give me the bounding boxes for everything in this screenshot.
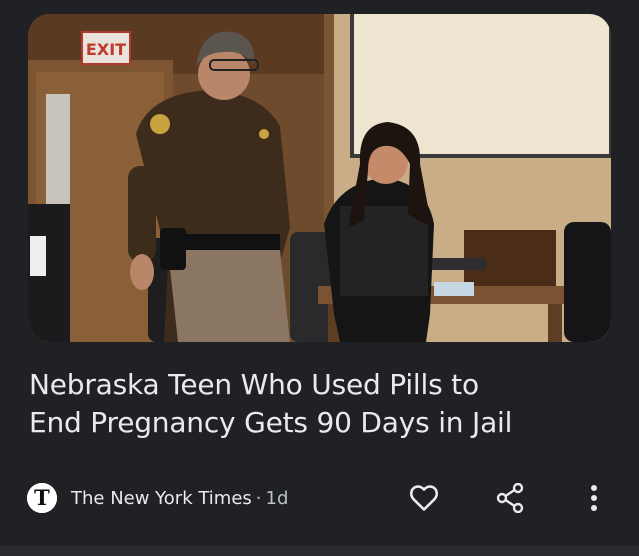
source-row: T The New York Times · 1d — [27, 482, 288, 514]
card-divider — [0, 546, 639, 556]
share-icon — [496, 483, 524, 513]
exit-sign-text: EXIT — [86, 40, 126, 59]
news-card[interactable]: EXIT Nebraska Teen Who Used Pills to End… — [0, 0, 639, 556]
share-button[interactable] — [492, 480, 528, 516]
logo-letter: T — [34, 485, 50, 510]
like-button[interactable] — [406, 480, 442, 516]
nyt-logo-icon: T — [27, 483, 57, 513]
headline-line-1: Nebraska Teen Who Used Pills to — [29, 368, 479, 401]
meta-separator: · — [255, 487, 262, 509]
article-age: 1d — [265, 487, 289, 509]
heart-icon — [409, 485, 439, 511]
article-image[interactable]: EXIT — [28, 14, 611, 342]
source-name[interactable]: The New York Times — [71, 488, 252, 509]
more-options-button[interactable] — [576, 480, 612, 516]
article-headline[interactable]: Nebraska Teen Who Used Pills to End Preg… — [29, 366, 619, 442]
courtroom-photo: EXIT — [28, 14, 611, 342]
more-vert-icon — [591, 485, 597, 511]
headline-line-2: End Pregnancy Gets 90 Days in Jail — [29, 406, 513, 439]
